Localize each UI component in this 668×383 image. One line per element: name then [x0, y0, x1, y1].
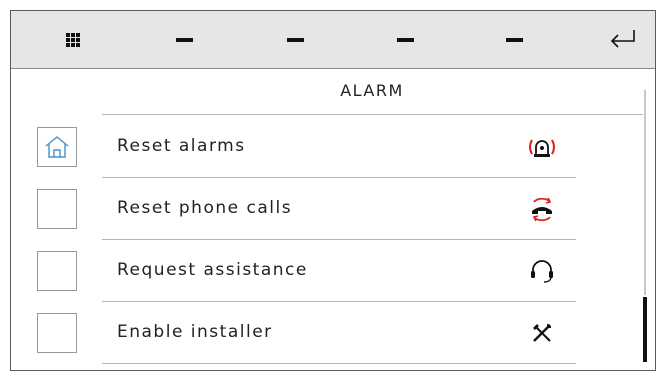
dash-icon [286, 38, 304, 42]
list-item-request-assistance[interactable]: Request assistance [11, 240, 611, 302]
list-item-label: Reset alarms [117, 136, 246, 156]
row-checkbox[interactable] [37, 251, 77, 291]
scrollbar-track[interactable] [644, 90, 646, 295]
row-checkbox[interactable] [37, 313, 77, 353]
toolbar-slot-2-button[interactable] [265, 11, 325, 69]
toolbar-slot-1-button[interactable] [154, 11, 214, 69]
list-item-label: Enable installer [117, 322, 273, 342]
tools-icon [527, 318, 557, 348]
list-item-label: Reset phone calls [117, 198, 293, 218]
dash-icon [175, 38, 193, 42]
list-item-label: Request assistance [117, 260, 308, 280]
top-toolbar [11, 11, 655, 69]
dash-icon [505, 38, 523, 42]
scrollbar-thumb[interactable] [643, 297, 647, 362]
toolbar-slot-4-button[interactable] [484, 11, 544, 69]
grid-menu-icon [66, 33, 80, 47]
title-divider [102, 114, 643, 115]
home-icon [45, 136, 69, 158]
phone-reset-icon [527, 194, 557, 224]
grid-menu-button[interactable] [43, 11, 103, 69]
page-title: ALARM [340, 81, 404, 100]
back-button[interactable] [593, 11, 653, 69]
toolbar-slot-3-button[interactable] [375, 11, 435, 69]
list-item-reset-alarms[interactable]: Reset alarms [11, 116, 611, 178]
app-window: ALARM Reset alarms Reset phone calls Req… [10, 10, 656, 371]
home-shortcut-button[interactable] [37, 127, 77, 167]
return-arrow-icon [610, 30, 635, 48]
list-item-enable-installer[interactable]: Enable installer [11, 302, 611, 364]
dash-icon [396, 38, 414, 42]
row-checkbox[interactable] [37, 189, 77, 229]
headset-icon [527, 256, 557, 286]
row-divider [102, 363, 576, 364]
list-item-reset-phone-calls[interactable]: Reset phone calls [11, 178, 611, 240]
alarm-beacon-icon [527, 133, 557, 163]
